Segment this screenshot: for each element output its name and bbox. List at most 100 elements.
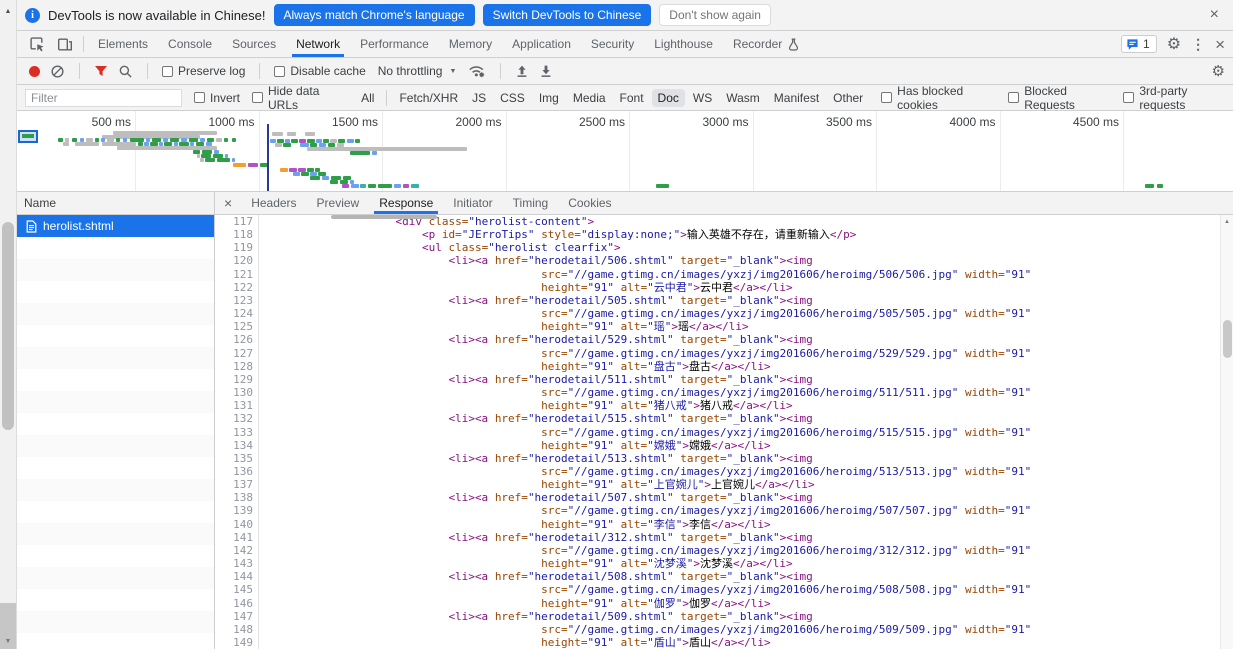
network-conditions-icon[interactable] [468, 64, 486, 78]
has-blocked-cookies-checkbox[interactable]: Has blocked cookies [881, 84, 994, 112]
tab-recorder[interactable]: Recorder [723, 31, 810, 57]
divider [83, 36, 84, 52]
detail-tab-initiator[interactable]: Initiator [443, 192, 502, 214]
dont-show-again-button[interactable]: Don't show again [659, 4, 771, 26]
tab-security[interactable]: Security [581, 31, 644, 57]
line-number: 145 [215, 583, 259, 596]
switch-chinese-button[interactable]: Switch DevTools to Chinese [483, 4, 652, 26]
timeline-label: 4500 ms [1053, 115, 1119, 129]
detail-tab-headers[interactable]: Headers [241, 192, 306, 214]
request-timeline-bar [1145, 184, 1154, 188]
code-line: 133 src="//game.gtimg.cn/images/yxzj/img… [215, 426, 1220, 439]
code-text: <li><a href="herodetail/312.shtml" targe… [263, 531, 813, 544]
infobar-close-icon[interactable]: × [1206, 7, 1223, 23]
tab-console[interactable]: Console [158, 31, 222, 57]
type-filter-media[interactable]: Media [567, 89, 612, 107]
checkbox-icon[interactable] [162, 66, 173, 77]
request-timeline-bar [293, 172, 300, 176]
checkbox-icon[interactable] [194, 92, 205, 103]
network-overview[interactable]: 500 ms1000 ms1500 ms2000 ms2500 ms3000 m… [17, 111, 1233, 192]
invert-checkbox[interactable]: Invert [194, 91, 240, 105]
scrollbar-thumb[interactable] [1223, 320, 1232, 358]
checkbox-icon[interactable] [881, 92, 892, 103]
tab-memory[interactable]: Memory [439, 31, 502, 57]
network-settings-gear-icon[interactable]: ⚙ [1212, 62, 1225, 80]
tab-performance[interactable]: Performance [350, 31, 439, 57]
line-number: 122 [215, 281, 259, 294]
type-filter-all[interactable]: All [355, 89, 380, 107]
tab-application[interactable]: Application [502, 31, 581, 57]
throttling-select[interactable]: No throttling ▼ [376, 64, 459, 78]
type-filter-js[interactable]: JS [466, 89, 492, 107]
device-toolbar-icon[interactable] [51, 31, 79, 57]
clear-network-log-icon[interactable] [50, 64, 65, 79]
scroll-down-icon[interactable]: ▼ [0, 638, 16, 645]
type-filter-fetch-xhr[interactable]: Fetch/XHR [393, 89, 464, 107]
type-filter-wasm[interactable]: Wasm [720, 89, 766, 107]
code-line: 121 src="//game.gtimg.cn/images/yxzj/img… [215, 268, 1220, 281]
line-number: 142 [215, 544, 259, 557]
code-line: 148 src="//game.gtimg.cn/images/yxzj/img… [215, 623, 1220, 636]
line-number: 131 [215, 399, 259, 412]
devtools-close-icon[interactable]: × [1215, 36, 1225, 53]
type-filter-img[interactable]: Img [533, 89, 565, 107]
scrollbar-thumb[interactable] [2, 222, 14, 430]
settings-gear-icon[interactable]: ⚙ [1167, 34, 1181, 54]
inspect-element-icon[interactable] [23, 31, 51, 57]
filter-funnel-icon[interactable] [94, 65, 108, 78]
blocked-requests-checkbox[interactable]: Blocked Requests [1008, 84, 1109, 112]
preserve-log-checkbox[interactable]: Preserve log [162, 64, 245, 78]
type-filter-other[interactable]: Other [827, 89, 869, 107]
detail-tab-response[interactable]: Response [369, 192, 443, 214]
scroll-up-icon[interactable]: ▲ [1221, 219, 1233, 225]
line-number: 136 [215, 465, 259, 478]
disable-cache-checkbox[interactable]: Disable cache [274, 64, 365, 78]
hide-data-urls-checkbox[interactable]: Hide data URLs [252, 84, 343, 112]
request-row-herolist[interactable]: herolist.shtml [17, 215, 214, 237]
match-language-button[interactable]: Always match Chrome's language [274, 4, 475, 26]
type-filter-font[interactable]: Font [614, 89, 650, 107]
type-filter-manifest[interactable]: Manifest [768, 89, 825, 107]
line-number: 138 [215, 491, 259, 504]
checkbox-icon[interactable] [274, 66, 285, 77]
request-timeline-bar [310, 176, 320, 180]
code-text: height="91" alt="伽罗">伽罗</a></li> [263, 597, 771, 610]
scroll-up-icon[interactable]: ▲ [0, 8, 16, 15]
issues-counter[interactable]: 1 [1121, 35, 1157, 53]
checkbox-icon[interactable] [252, 92, 263, 103]
filter-input[interactable] [25, 89, 182, 107]
code-line: 129 <li><a href="herodetail/511.shtml" t… [215, 373, 1220, 386]
close-detail-icon[interactable]: × [215, 192, 241, 214]
checkbox-icon[interactable] [1123, 92, 1134, 103]
detail-tabbar: × HeadersPreviewResponseInitiatorTimingC… [215, 192, 1233, 215]
tab-sources[interactable]: Sources [222, 31, 286, 57]
horizontal-scrollbar-thumb[interactable] [331, 215, 437, 219]
type-filter-doc[interactable]: Doc [652, 89, 685, 107]
code-text: src="//game.gtimg.cn/images/yxzj/img2016… [263, 268, 1031, 281]
type-filter-css[interactable]: CSS [494, 89, 531, 107]
import-har-icon[interactable] [515, 64, 529, 78]
code-line: 134 height="91" alt="嫦娥">嫦娥</a></li> [215, 439, 1220, 452]
request-timeline-bar [322, 176, 329, 180]
type-filter-ws[interactable]: WS [687, 89, 718, 107]
export-har-icon[interactable] [539, 64, 553, 78]
more-options-icon[interactable]: ⋮ [1191, 36, 1205, 53]
detail-tab-timing[interactable]: Timing [503, 192, 559, 214]
code-line: 120 <li><a href="herodetail/506.shtml" t… [215, 254, 1220, 267]
search-icon[interactable] [118, 64, 133, 79]
name-column-header[interactable]: Name [17, 192, 214, 215]
response-scrollbar[interactable]: ▲ [1220, 215, 1233, 649]
detail-tab-cookies[interactable]: Cookies [558, 192, 621, 214]
request-timeline-bar [355, 139, 360, 143]
issues-bubble-icon [1126, 38, 1139, 51]
tab-elements[interactable]: Elements [88, 31, 158, 57]
browser-scrollbar-left[interactable]: ▲ ▼ [0, 0, 17, 649]
detail-tab-preview[interactable]: Preview [307, 192, 370, 214]
checkbox-icon[interactable] [1008, 92, 1019, 103]
response-source-code[interactable]: 117 <div class="herolist-content">118 <p… [215, 215, 1220, 649]
record-network-log-button[interactable] [29, 66, 40, 77]
tab-network[interactable]: Network [286, 31, 350, 57]
code-line: 127 src="//game.gtimg.cn/images/yxzj/img… [215, 347, 1220, 360]
3rd-party-requests-checkbox[interactable]: 3rd-party requests [1123, 84, 1225, 112]
tab-lighthouse[interactable]: Lighthouse [644, 31, 723, 57]
